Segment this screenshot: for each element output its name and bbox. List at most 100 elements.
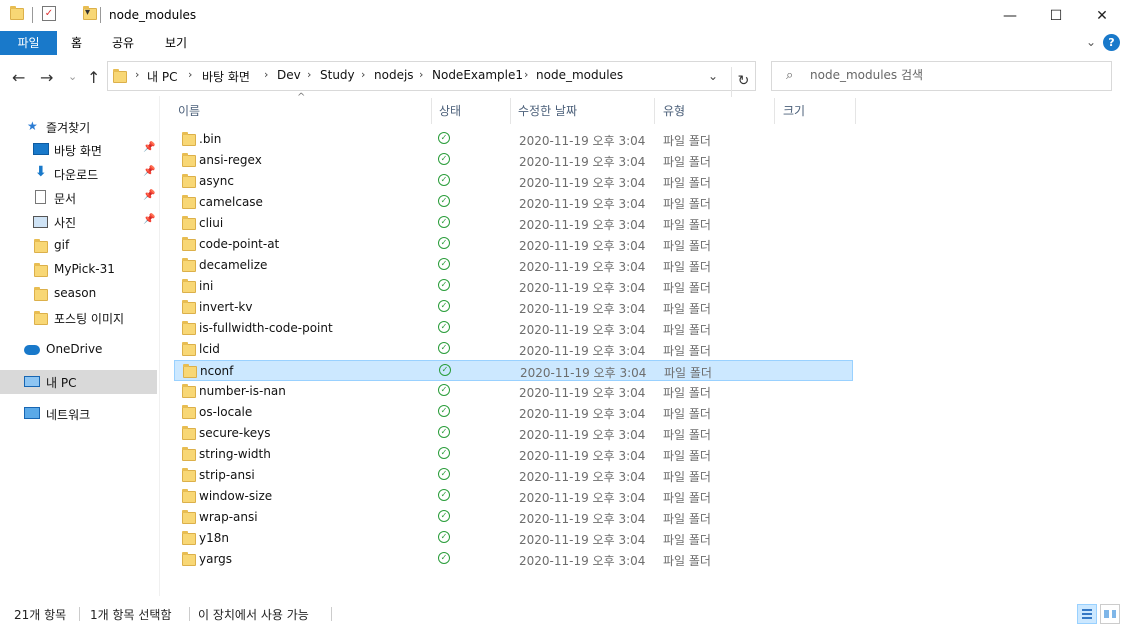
chevron-right-icon[interactable]: › [524,68,528,81]
column-divider[interactable] [431,98,432,124]
breadcrumb-node-modules[interactable]: node_modules [536,68,623,82]
file-row[interactable]: number-is-nan ✓ 2020-11-19 오후 3:04 파일 폴더 [174,381,853,402]
file-row[interactable]: decamelize ✓ 2020-11-19 오후 3:04 파일 폴더 [174,255,853,276]
up-button[interactable]: ↑ [87,68,100,87]
search-input[interactable] [810,68,1100,82]
column-header-type[interactable]: 유형 [663,102,685,119]
chevron-right-icon[interactable]: › [419,68,423,81]
document-icon [35,190,46,204]
sidebar-item-onedrive[interactable]: OneDrive [0,338,157,362]
file-row[interactable]: window-size ✓ 2020-11-19 오후 3:04 파일 폴더 [174,486,853,507]
breadcrumb-study[interactable]: Study [320,68,355,82]
forward-button[interactable]: → [40,68,53,87]
chevron-right-icon[interactable]: › [264,68,268,81]
sidebar-item-mypick-31[interactable]: MyPick-31 [0,258,157,282]
pin-icon[interactable]: 📌 [143,214,155,225]
search-box[interactable]: ⌕ [771,61,1112,91]
close-button[interactable]: ✕ [1079,0,1125,31]
file-row[interactable]: cliui ✓ 2020-11-19 오후 3:04 파일 폴더 [174,213,853,234]
file-type: 파일 폴더 [663,155,711,169]
file-row[interactable]: yargs ✓ 2020-11-19 오후 3:04 파일 폴더 [174,549,853,570]
column-header-modified[interactable]: 수정한 날짜 [518,102,577,119]
file-row[interactable]: y18n ✓ 2020-11-19 오후 3:04 파일 폴더 [174,528,853,549]
address-bar[interactable]: › 내 PC › 바탕 화면 › Dev › Study › nodejs › … [107,61,756,97]
back-button[interactable]: ← [12,68,25,87]
file-modified-date: 2020-11-19 오후 3:04 [519,512,646,526]
file-name: is-fullwidth-code-point [199,321,333,335]
tab-view[interactable]: 보기 [151,31,201,55]
pin-icon[interactable]: 📌 [143,166,155,177]
breadcrumb-this-pc[interactable]: 내 PC [147,68,177,85]
sidebar-item-label: 사진 [54,216,77,230]
address-row: ← → ⌄ ↑ › 내 PC › 바탕 화면 › Dev › Study › n… [0,56,1125,97]
file-modified-date: 2020-11-19 오후 3:04 [519,260,646,274]
refresh-button[interactable]: ↻ [731,67,755,97]
sidebar-item-network[interactable]: 네트워크 [0,402,157,426]
file-row[interactable]: invert-kv ✓ 2020-11-19 오후 3:04 파일 폴더 [174,297,853,318]
sidebar-item-gif[interactable]: gif [0,234,157,258]
file-type: 파일 폴더 [663,134,711,148]
sidebar-item-this-pc[interactable]: 내 PC [0,370,157,394]
folder-icon [182,468,196,482]
sidebar-quick-access[interactable]: ★ 즐겨찾기 [0,115,157,139]
sidebar-item-pictures[interactable]: 사진 📌 [0,210,157,234]
tab-home[interactable]: 홈 [57,31,96,55]
folder-icon [182,510,196,524]
sidebar-item-label: 바탕 화면 [54,144,102,158]
file-row[interactable]: ansi-regex ✓ 2020-11-19 오후 3:04 파일 폴더 [174,150,853,171]
file-row[interactable]: is-fullwidth-code-point ✓ 2020-11-19 오후 3:… [174,318,853,339]
folder-icon [34,239,48,253]
file-row[interactable]: secure-keys ✓ 2020-11-19 오후 3:04 파일 폴더 [174,423,853,444]
folder-icon [182,426,196,440]
file-row[interactable]: lcid ✓ 2020-11-19 오후 3:04 파일 폴더 [174,339,853,360]
details-view-button[interactable] [1077,604,1097,624]
sidebar-item-posting-images[interactable]: 포스팅 이미지 [0,306,157,330]
file-row[interactable]: string-width ✓ 2020-11-19 오후 3:04 파일 폴더 [174,444,853,465]
column-header-name[interactable]: 이름 [178,102,200,119]
file-modified-date: 2020-11-19 오후 3:04 [520,366,647,380]
pin-icon[interactable]: 📌 [143,190,155,201]
file-row[interactable]: os-locale ✓ 2020-11-19 오후 3:04 파일 폴더 [174,402,853,423]
minimize-button[interactable]: — [987,0,1033,31]
file-row[interactable]: camelcase ✓ 2020-11-19 오후 3:04 파일 폴더 [174,192,853,213]
column-divider[interactable] [855,98,856,124]
file-row[interactable]: strip-ansi ✓ 2020-11-19 오후 3:04 파일 폴더 [174,465,853,486]
large-icons-view-button[interactable] [1100,604,1120,624]
maximize-button[interactable]: ☐ [1033,0,1079,31]
file-type: 파일 폴더 [663,554,711,568]
sidebar-item-desktop[interactable]: 바탕 화면 📌 [0,138,157,162]
file-row[interactable]: .bin ✓ 2020-11-19 오후 3:04 파일 폴더 [174,129,853,150]
breadcrumb-nodeexample1[interactable]: NodeExample1 [432,68,523,82]
expand-ribbon-icon[interactable]: ⌄ [1086,35,1096,49]
breadcrumb-nodejs[interactable]: nodejs [374,68,414,82]
breadcrumb-desktop[interactable]: 바탕 화면 [202,68,250,85]
file-row[interactable]: ini ✓ 2020-11-19 오후 3:04 파일 폴더 [174,276,853,297]
address-history-dropdown[interactable]: ⌄ [708,69,718,83]
tab-share[interactable]: 공유 [98,31,148,55]
search-icon: ⌕ [786,68,794,83]
file-row[interactable]: wrap-ansi ✓ 2020-11-19 오후 3:04 파일 폴더 [174,507,853,528]
breadcrumb-dev[interactable]: Dev [277,68,301,82]
file-row[interactable]: code-point-at ✓ 2020-11-19 오후 3:04 파일 폴더 [174,234,853,255]
pin-icon[interactable]: 📌 [143,142,155,153]
chevron-right-icon[interactable]: › [307,68,311,81]
file-row[interactable]: nconf ✓ 2020-11-19 오후 3:04 파일 폴더 [174,360,853,381]
column-divider[interactable] [654,98,655,124]
column-header-status[interactable]: 상태 [439,102,461,119]
recent-locations-button[interactable]: ⌄ [68,70,77,83]
chevron-right-icon[interactable]: › [135,68,139,81]
sidebar-item-season[interactable]: season [0,282,157,306]
column-divider[interactable] [774,98,775,124]
column-header-size[interactable]: 크기 [783,102,805,119]
column-divider[interactable] [510,98,511,124]
sidebar-item-downloads[interactable]: ⬇ 다운로드 📌 [0,162,157,186]
help-icon[interactable]: ? [1103,34,1120,51]
title-bar: ✓ ▾ node_modules — ☐ ✕ [0,0,1125,31]
properties-icon[interactable]: ✓ [42,6,56,21]
chevron-right-icon[interactable]: › [361,68,365,81]
customize-toolbar-icon[interactable]: ▾ [85,7,90,18]
chevron-right-icon[interactable]: › [188,68,192,81]
sidebar-item-documents[interactable]: 문서 📌 [0,186,157,210]
tab-file[interactable]: 파일 [0,31,57,55]
file-row[interactable]: async ✓ 2020-11-19 오후 3:04 파일 폴더 [174,171,853,192]
